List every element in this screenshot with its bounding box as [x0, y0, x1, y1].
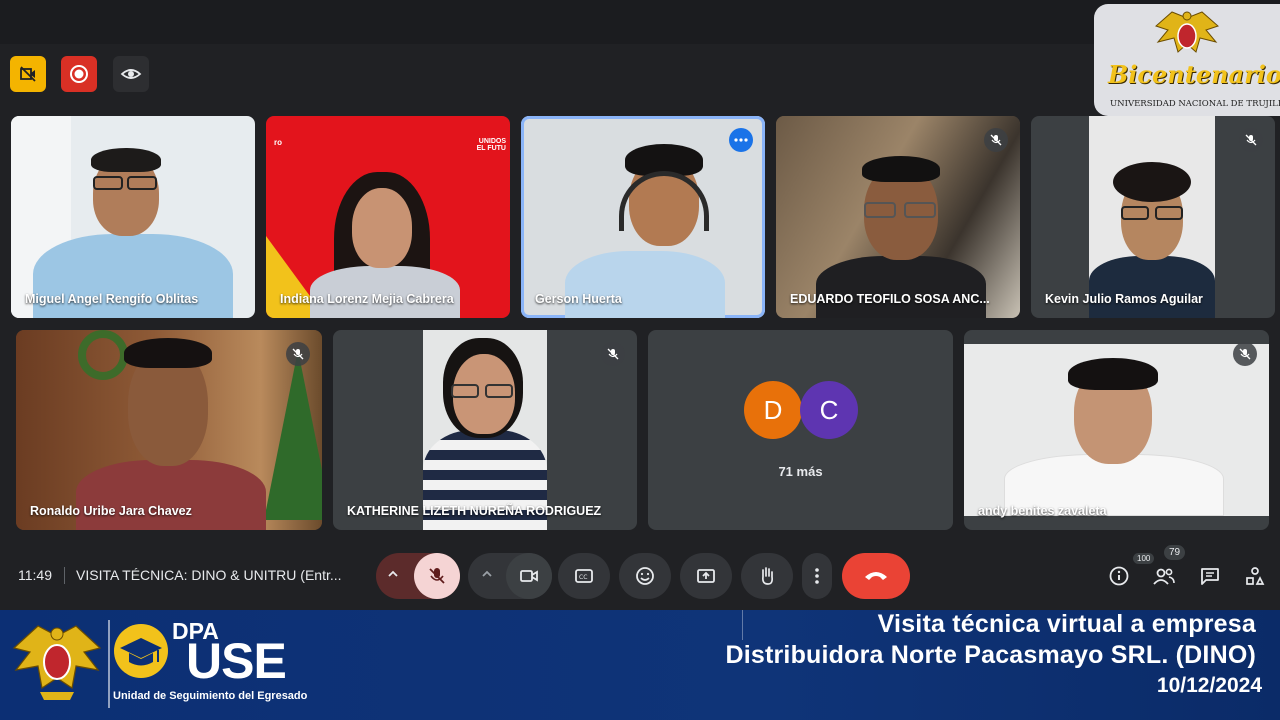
raise-hand-button[interactable] — [741, 553, 793, 599]
participant-name: EDUARDO TEOFILO SOSA ANC... — [790, 292, 990, 306]
avatar-letter: C — [819, 394, 839, 425]
bicentenario-logo: Bicentenario UNIVERSIDAD NACIONAL DE TRU… — [1094, 4, 1280, 116]
participant-tile[interactable]: ro UNIDOS EL FUTU Indiana Lorenz Mejia C… — [266, 116, 510, 318]
top-band — [0, 0, 1280, 44]
brand-text: ro — [274, 138, 282, 147]
more-options-button[interactable] — [802, 553, 832, 599]
end-call-button[interactable] — [842, 553, 910, 599]
others-tile[interactable]: D C 71 más — [648, 330, 953, 530]
participant-name: Ronaldo Uribe Jara Chavez — [30, 504, 192, 518]
participant-video — [862, 156, 940, 182]
participant-tile[interactable]: EDUARDO TEOFILO SOSA ANC... — [776, 116, 1020, 318]
event-title-line2: Distribuidora Norte Pacasmayo SRL. (DINO… — [725, 641, 1256, 669]
eye-icon[interactable] — [113, 56, 149, 92]
participant-video — [127, 176, 157, 190]
participant-video — [964, 344, 1269, 516]
meeting-title: VISITA TÉCNICA: DINO & UNITRU (Entr... — [76, 567, 342, 583]
mic-off-icon — [1233, 342, 1257, 366]
mic-control-group — [376, 553, 460, 599]
chevron-up-icon[interactable] — [480, 567, 494, 586]
use-label: USE — [186, 633, 287, 689]
svg-text:CC: CC — [579, 574, 587, 581]
record-icon[interactable] — [61, 56, 97, 92]
eagle-emblem-icon — [1155, 11, 1219, 53]
people-icon[interactable] — [1151, 563, 1177, 589]
participant-name: Indiana Lorenz Mejia Cabrera — [280, 292, 454, 306]
host-video-off-icon[interactable] — [10, 56, 46, 92]
unt-eagle-emblem-icon — [12, 625, 102, 700]
wreath — [78, 330, 128, 380]
clock: 11:49 — [18, 567, 52, 583]
avatar-letter: D — [763, 394, 783, 425]
activities-icon[interactable] — [1242, 563, 1268, 589]
participant-name: KATHERINE LIZETH NUREÑA RODRIGUEZ — [347, 504, 602, 518]
mic-off-icon — [601, 342, 625, 366]
divider — [108, 620, 110, 708]
participant-video — [565, 251, 725, 318]
participant-video — [93, 176, 123, 190]
participant-tile[interactable]: andy benites zavaleta — [964, 330, 1269, 530]
more-participants-count: 71 más — [778, 464, 823, 479]
divider — [64, 567, 65, 584]
mic-off-icon — [429, 568, 445, 584]
camera-button[interactable] — [506, 553, 552, 599]
chat-icon[interactable] — [1197, 563, 1223, 589]
participant-video — [352, 188, 412, 268]
end-call-icon — [865, 572, 887, 580]
meeting-window: Miguel Angel Rengifo Oblitas ro UNIDOS E… — [0, 0, 1280, 610]
participant-name: Miguel Angel Rengifo Oblitas — [25, 292, 199, 306]
participant-video — [423, 330, 547, 530]
emoji-button[interactable] — [619, 553, 671, 599]
raise-hand-icon — [762, 567, 774, 585]
graduation-cap-icon — [114, 624, 168, 678]
divider — [742, 610, 743, 640]
avatar: D — [744, 381, 802, 439]
christmas-tree — [264, 350, 322, 520]
participant-tile[interactable]: Miguel Angel Rengifo Oblitas — [11, 116, 255, 318]
more-options-icon[interactable] — [729, 128, 753, 152]
captions-button[interactable]: CC — [558, 553, 610, 599]
bicentenario-word: Bicentenario — [1108, 60, 1280, 89]
mic-off-button[interactable] — [414, 553, 460, 599]
participant-video — [904, 202, 936, 218]
mic-off-icon — [286, 342, 310, 366]
info-icon[interactable] — [1106, 563, 1132, 589]
event-title-line1: Visita técnica virtual a empresa — [877, 610, 1256, 638]
participant-video — [124, 338, 212, 368]
captions-icon: CC — [575, 569, 593, 583]
bicentenario-subtitle: UNIVERSIDAD NACIONAL DE TRUJILLO — [1110, 99, 1280, 109]
participant-tile[interactable]: KATHERINE LIZETH NUREÑA RODRIGUEZ — [333, 330, 637, 530]
present-button[interactable] — [680, 553, 732, 599]
mic-off-icon — [1239, 128, 1263, 152]
participant-tile[interactable]: Ronaldo Uribe Jara Chavez — [16, 330, 322, 530]
participant-tile[interactable]: Gerson Huerta — [521, 116, 765, 318]
participant-video — [76, 460, 266, 530]
lower-third-banner: DPA USE Unidad de Seguimiento del Egresa… — [0, 610, 1280, 720]
participant-name: andy benites zavaleta — [978, 504, 1107, 518]
participant-video — [1089, 116, 1215, 318]
more-vert-icon — [815, 568, 819, 584]
camera-icon — [520, 570, 538, 582]
participant-video — [816, 256, 986, 318]
avatar: C — [800, 381, 858, 439]
participant-tile[interactable]: Kevin Julio Ramos Aguilar — [1031, 116, 1275, 318]
participant-video — [91, 148, 161, 172]
participant-name: Gerson Huerta — [535, 292, 622, 306]
mic-off-icon — [984, 128, 1008, 152]
brand-text: UNIDOS EL FUTU — [476, 138, 506, 152]
present-icon — [697, 569, 715, 583]
participant-video — [864, 202, 896, 218]
use-subtitle: Unidad de Seguimiento del Egresado — [113, 690, 308, 702]
people-count-badge: 79 — [1164, 545, 1186, 560]
emoji-icon — [636, 567, 654, 585]
camera-control-group — [468, 553, 552, 599]
control-bar: 11:49 VISITA TÉCNICA: DINO & UNITRU (Ent… — [0, 545, 1280, 610]
chevron-up-icon[interactable] — [386, 567, 400, 586]
participant-name: Kevin Julio Ramos Aguilar — [1045, 292, 1203, 306]
event-date: 10/12/2024 — [1156, 674, 1262, 697]
